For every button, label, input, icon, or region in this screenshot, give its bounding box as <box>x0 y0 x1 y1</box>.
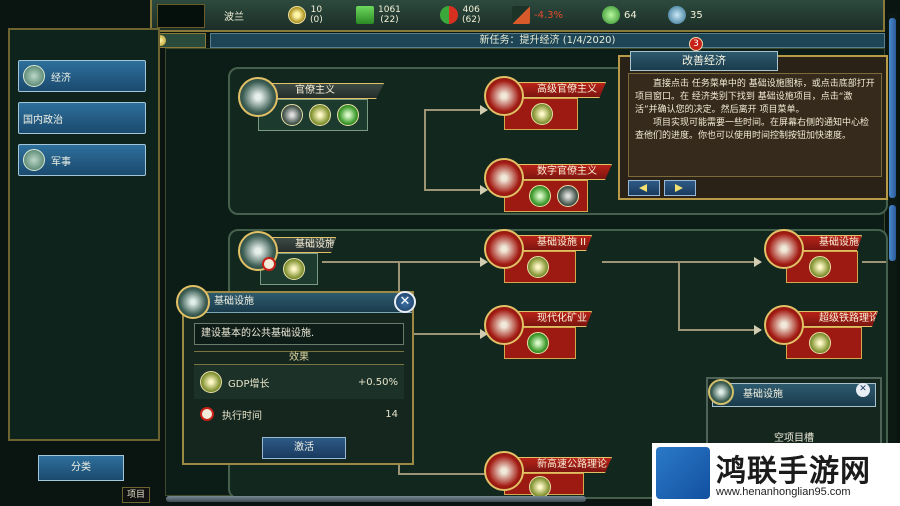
connector <box>424 109 486 111</box>
infrastructure-2-icon <box>484 229 524 269</box>
clock-icon <box>200 407 214 421</box>
infrastructure-tooltip: 基础设施 ✕ 建设基本的公共基础设施. 效果 GDP增长 +0.50% 执行时间… <box>176 285 416 465</box>
horizontal-scrollbar[interactable] <box>166 496 586 502</box>
digital-bureaucracy-icon <box>484 158 524 198</box>
watermark-title: 鸿联手游网 <box>716 454 871 489</box>
bull-logo-icon <box>656 447 710 499</box>
arrow <box>754 257 762 267</box>
population-resource[interactable]: 35 <box>668 4 703 26</box>
star-resource[interactable]: 10 (0) <box>288 4 323 26</box>
connector <box>424 109 426 189</box>
notification-badge: 3 <box>689 37 703 51</box>
arrow-left-icon <box>639 184 647 192</box>
connector <box>424 189 486 191</box>
sidebar-item-domestic-politics[interactable]: 国内政治 <box>18 102 146 134</box>
connector <box>322 261 486 263</box>
scroll-thumb[interactable] <box>889 18 896 198</box>
flag-slot[interactable] <box>157 4 205 28</box>
star-effect-icon <box>531 103 553 125</box>
close-icon[interactable]: ✕ <box>856 383 870 397</box>
task-banner[interactable]: 新任务：提升经济 (1/4/2020) <box>210 33 885 48</box>
sidebar-item-military[interactable]: 军事 <box>18 144 146 176</box>
nation-name[interactable]: 波兰 <box>224 4 244 26</box>
arrow <box>754 325 762 335</box>
panel-title: 改善经济 <box>630 51 778 71</box>
infrastructure-icon <box>708 379 734 405</box>
officer-icon <box>557 185 579 207</box>
officer-icon <box>281 104 303 126</box>
empty-slot-label: 空项目槽 <box>774 433 814 444</box>
military-icon <box>23 149 45 171</box>
close-icon[interactable]: ✕ <box>394 291 416 313</box>
effect-gdp-row: GDP增长 +0.50% <box>194 365 404 399</box>
connector <box>862 261 886 263</box>
category-sidebar: 经济 国内政治 军事 <box>8 28 160 441</box>
scroll-thumb-secondary[interactable] <box>889 205 896 261</box>
infrastructure-icon <box>176 285 210 319</box>
watermark-url: www.henanhonglian95.com <box>716 486 851 498</box>
leaf-effect-icon <box>527 332 549 354</box>
gdp-growth-icon <box>200 371 222 393</box>
star-effect-icon <box>529 476 551 498</box>
modern-mining-icon <box>484 305 524 345</box>
population-icon <box>668 6 686 24</box>
money-resource[interactable]: 1061 (22) <box>356 4 401 26</box>
emblem-icon <box>309 104 331 126</box>
infrastructure-3-icon <box>764 229 804 269</box>
highway-icon <box>484 451 524 491</box>
star-effect-icon <box>527 256 549 278</box>
clock-icon <box>262 257 276 271</box>
sort-button[interactable]: 分类 <box>38 455 124 481</box>
bureaucracy-icon <box>238 77 278 117</box>
star-effect-icon <box>809 332 831 354</box>
resource-bar: 波兰 10 (0) 1061 (22) 406 (62) -4.3% 64 35 <box>150 0 885 32</box>
tooltip-title: 基础设施 <box>184 293 412 313</box>
money-icon <box>356 6 374 24</box>
next-button[interactable] <box>664 180 696 196</box>
improve-economy-panel: 改善经济 3 直接点击 任务菜单中的 基础设施图标，或点击底部打开 项目窗口。在… <box>618 37 888 200</box>
gdp-resource[interactable]: -4.3% <box>512 4 563 26</box>
activate-button[interactable]: 激活 <box>262 437 346 459</box>
connector <box>678 329 758 331</box>
cycle-icon <box>440 6 458 24</box>
growth-icon <box>529 185 551 207</box>
leaf-icon <box>602 6 620 24</box>
leaf-resource[interactable]: 64 <box>602 4 637 26</box>
cycle-resource[interactable]: 406 (62) <box>440 4 480 26</box>
star-effect-icon <box>809 256 831 278</box>
advanced-bureaucracy-icon <box>484 76 524 116</box>
project-slot-panel: 基础设施 ✕ 空项目槽 <box>706 377 882 447</box>
connector <box>678 261 680 329</box>
instruction-text: 直接点击 任务菜单中的 基础设施图标，或点击底部打开 项目窗口。在 经济类别下找… <box>628 73 882 177</box>
tooltip-description: 建设基本的公共基础设施. <box>194 323 404 345</box>
gdp-chart-icon <box>512 6 530 24</box>
arrow-right-icon <box>675 184 683 192</box>
gdp-growth-icon <box>283 258 305 280</box>
sidebar-item-economy[interactable]: 经济 <box>18 60 146 92</box>
connector <box>398 473 486 475</box>
growth-icon <box>337 104 359 126</box>
project-tab[interactable]: 项目 <box>122 487 150 503</box>
economy-icon <box>23 65 45 87</box>
super-rail-icon <box>764 305 804 345</box>
effect-heading: 效果 <box>194 351 404 365</box>
prev-button[interactable] <box>628 180 660 196</box>
star-icon <box>288 6 306 24</box>
effect-time-row: 执行时间 14 <box>194 403 404 425</box>
project-slot-title[interactable]: 基础设施 <box>712 383 876 407</box>
